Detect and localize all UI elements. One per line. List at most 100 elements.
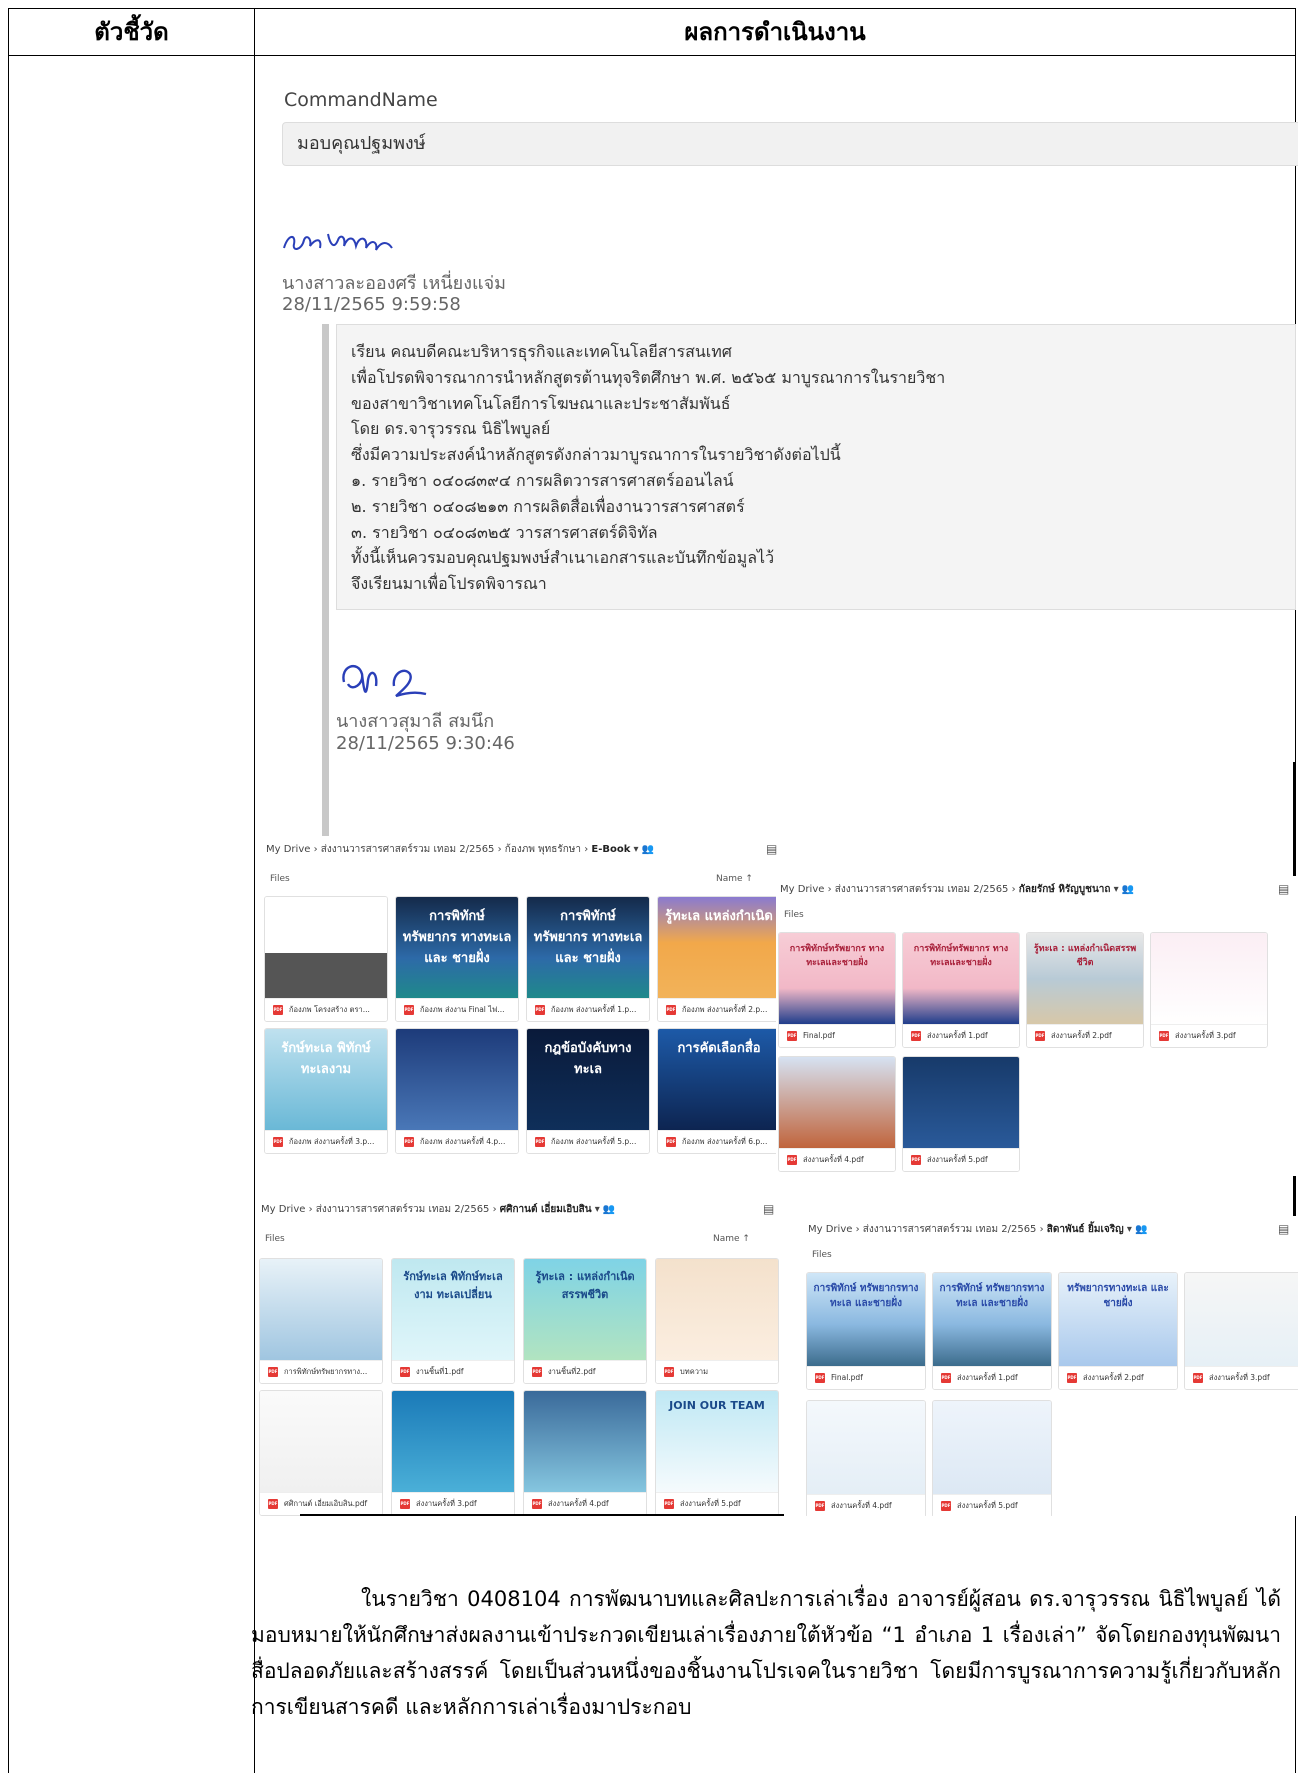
file-thumbnail: [1185, 1273, 1298, 1367]
list-view-icon[interactable]: ▤: [1278, 1222, 1289, 1236]
list-view-icon[interactable]: ▤: [766, 842, 777, 856]
file-card[interactable]: การพิทักษ์ ทรัพยากรทางทะเล และชายฝั่ง PDF…: [806, 1272, 926, 1390]
file-card[interactable]: รู้ทะเล : แหล่งกำเนิดสรรพชีวิต PDF ส่งงานค…: [1026, 932, 1144, 1048]
chevron-right-icon: ›: [1008, 884, 1019, 895]
file-name-text: ก้องภพ ส่งงานครั้งที่ 2.p...: [682, 1005, 768, 1014]
chevron-right-icon: ›: [494, 844, 505, 855]
breadcrumb-current[interactable]: ศศิกานต์ เอี่ยมเอิบสิน: [500, 1204, 592, 1215]
file-card[interactable]: รักษ์ทะเล พิทักษ์ทะเลงาม PDF ก้องภพ ส่งงาน…: [264, 1028, 388, 1154]
list-view-icon[interactable]: ▤: [1278, 882, 1289, 896]
list-view-icon[interactable]: ▤: [763, 1202, 774, 1216]
command-name-field[interactable]: มอบคุณปฐมพงษ์: [282, 122, 1298, 166]
file-name: PDF ส่งงานครั้งที่ 4.pdf: [524, 1492, 646, 1515]
signature-2-image: [342, 664, 427, 698]
file-card[interactable]: ทรัพยากรทางทะเล และชายฝั่ง PDF ส่งงานครั้ง…: [1058, 1272, 1178, 1390]
breadcrumb-root[interactable]: My Drive: [808, 1224, 852, 1235]
breadcrumb-folder[interactable]: ส่งงานวารสารศาสตร์รวม เทอม 2/2565: [316, 1204, 490, 1215]
breadcrumb-root[interactable]: My Drive: [266, 844, 310, 855]
file-name: PDF ส่งงานครั้งที่ 5.pdf: [656, 1492, 778, 1515]
file-card[interactable]: รู้ทะเล แหล่งกำเนิด PDF ก้องภพ ส่งงานครั้ง…: [657, 896, 781, 1022]
file-card[interactable]: รู้ทะเล : แหล่งกำเนิดสรรพชีวิต PDF งานชิ้น…: [523, 1258, 647, 1384]
file-card[interactable]: กฎข้อบังคับทางทะเล PDF ก้องภพ ส่งงานครั้งท…: [526, 1028, 650, 1154]
command-name-label: CommandName: [284, 89, 438, 111]
breadcrumb-root[interactable]: My Drive: [780, 884, 824, 895]
breadcrumb-current[interactable]: สิดาพันธ์ ยิ้มเจริญ: [1047, 1224, 1124, 1235]
file-card[interactable]: PDF ส่งงานครั้งที่ 3.pdf: [1184, 1272, 1298, 1390]
file-card[interactable]: JOIN OUR TEAM PDF ส่งงานครั้งที่ 5.pdf: [655, 1390, 779, 1516]
pdf-icon: PDF: [1035, 1031, 1045, 1041]
thumbnail-title: การพิทักษ์ทรัพยากร ทางทะเลและชายฝั่ง: [789, 944, 885, 968]
file-card[interactable]: PDF การพิทักษ์ทรัพยากรทาง...: [259, 1258, 383, 1384]
memo-line: จึงเรียนมาเพื่อโปรดพิจารณา: [351, 574, 547, 594]
file-name: PDF ส่งงานครั้งที่ 2.pdf: [1059, 1366, 1177, 1389]
files-label: Files: [784, 910, 804, 920]
breadcrumb-folder[interactable]: ส่งงานวารสารศาสตร์รวม เทอม 2/2565: [321, 844, 495, 855]
breadcrumb-current[interactable]: E-Book: [591, 844, 630, 855]
dropdown-icon[interactable]: ▾ 👥: [1124, 1224, 1148, 1235]
file-card[interactable]: การพิทักษ์ทรัพยากร ทางทะเลและชายฝั่ง PDF F…: [778, 932, 896, 1048]
pdf-icon: PDF: [787, 1155, 797, 1165]
breadcrumb-folder[interactable]: ส่งงานวารสารศาสตร์รวม เทอม 2/2565: [835, 884, 1009, 895]
file-card[interactable]: PDF บทความ: [655, 1258, 779, 1384]
file-name-text: ก้องภพ ส่งงานครั้งที่ 3.p...: [289, 1137, 375, 1146]
file-name: PDF ก้องภพ ส่งงานครั้งที่ 3.p...: [265, 1130, 387, 1153]
breadcrumb[interactable]: My Drive › ส่งงานวารสารศาสตร์รวม เทอม 2/…: [808, 1222, 1147, 1237]
pdf-icon: PDF: [941, 1501, 951, 1511]
pdf-icon: PDF: [268, 1367, 278, 1377]
drive-panel-sasikan: My Drive › ส่งงานวารสารศาสตร์รวม เทอม 2/…: [257, 1196, 783, 1516]
breadcrumb-current[interactable]: กัลยรักษ์ หิรัญบูชนาถ: [1019, 884, 1111, 895]
dropdown-icon[interactable]: ▾ 👥: [630, 844, 655, 855]
file-card[interactable]: การพิทักษ์ ทรัพยากรทางทะเล และชายฝั่ง PDF…: [932, 1272, 1052, 1390]
file-card[interactable]: PDF ก้องภพ ส่งงานครั้งที่ 4.p...: [395, 1028, 519, 1154]
file-name: PDF ส่งงานครั้งที่ 5.pdf: [933, 1494, 1051, 1516]
file-card[interactable]: PDF ส่งงานครั้งที่ 5.pdf: [932, 1400, 1052, 1516]
pdf-icon: PDF: [1193, 1373, 1203, 1383]
file-name: PDF การพิทักษ์ทรัพยากรทาง...: [260, 1360, 382, 1383]
file-card[interactable]: PDF ส่งงานครั้งที่ 3.pdf: [1150, 932, 1268, 1048]
file-name-text: ส่งงานครั้งที่ 4.pdf: [803, 1155, 864, 1164]
breadcrumb-folder[interactable]: ส่งงานวารสารศาสตร์รวม เทอม 2/2565: [863, 1224, 1037, 1235]
dropdown-icon[interactable]: ▾ 👥: [1110, 884, 1135, 895]
signer-1-date: 28/11/2565 9:59:58: [282, 294, 461, 315]
file-card[interactable]: การคัดเลือกสื่อ PDF ก้องภพ ส่งงานครั้งที่ …: [657, 1028, 781, 1154]
file-thumbnail: [392, 1391, 514, 1493]
file-card[interactable]: PDF ก้องภพ โครงสร้าง ตรา...: [264, 896, 388, 1022]
file-name-text: ส่งงานครั้งที่ 5.pdf: [927, 1155, 988, 1164]
file-name-text: ส่งงานครั้งที่ 2.pdf: [1051, 1031, 1112, 1040]
file-thumbnail: การพิทักษ์ ทรัพยากรทางทะเล และชายฝั่ง: [807, 1273, 925, 1367]
chevron-right-icon: ›: [310, 844, 321, 855]
file-name-text: ก้องภพ ส่งงานครั้งที่ 6.p...: [682, 1137, 768, 1146]
files-label: Files: [265, 1234, 285, 1244]
pdf-icon: PDF: [404, 1137, 414, 1147]
breadcrumb-sub[interactable]: ก้องภพ พุทธรักษา: [505, 844, 581, 855]
file-card[interactable]: การพิทักษ์ ทรัพยากร ทางทะเล และ ชายฝั่ง P…: [526, 896, 650, 1022]
pdf-icon: PDF: [787, 1031, 797, 1041]
file-thumbnail: การพิทักษ์ทรัพยากร ทางทะเลและชายฝั่ง: [903, 933, 1019, 1025]
file-card[interactable]: PDF ส่งงานครั้งที่ 3.pdf: [391, 1390, 515, 1516]
sort-name-button[interactable]: Name ↑: [716, 874, 753, 884]
sort-name-button[interactable]: Name ↑: [713, 1234, 750, 1244]
file-name: PDF งานชิ้นที่2.pdf: [524, 1360, 646, 1383]
file-card[interactable]: การพิทักษ์ ทรัพยากร ทางทะเล และ ชายฝั่ง P…: [395, 896, 519, 1022]
thumbnail-title: การพิทักษ์ ทรัพยากร ทางทะเล และ ชายฝั่ง: [402, 909, 512, 966]
file-card[interactable]: PDF ส่งงานครั้งที่ 5.pdf: [902, 1056, 1020, 1172]
breadcrumb[interactable]: My Drive › ส่งงานวารสารศาสตร์รวม เทอม 2/…: [266, 842, 654, 857]
breadcrumb[interactable]: My Drive › ส่งงานวารสารศาสตร์รวม เทอม 2/…: [780, 882, 1134, 897]
file-name: PDF ส่งงานครั้งที่ 4.pdf: [807, 1494, 925, 1516]
file-name: PDF ก้องภพ โครงสร้าง ตรา...: [265, 998, 387, 1021]
drive-panel-kanyarak: My Drive › ส่งงานวารสารศาสตร์รวม เทอม 2/…: [776, 876, 1298, 1176]
file-name: PDF Final.pdf: [807, 1366, 925, 1389]
quote-bar: [322, 324, 329, 844]
file-card[interactable]: PDF ศศิกานต์ เอี่ยมเอิบสิน.pdf: [259, 1390, 383, 1516]
pdf-icon: PDF: [664, 1367, 674, 1377]
breadcrumb[interactable]: My Drive › ส่งงานวารสารศาสตร์รวม เทอม 2/…: [261, 1202, 615, 1217]
dropdown-icon[interactable]: ▾ 👥: [592, 1204, 616, 1215]
file-card[interactable]: รักษ์ทะเล พิทักษ์ทะเลงาม ทะเลเปลี่ยน PDF ง…: [391, 1258, 515, 1384]
file-card[interactable]: PDF ส่งงานครั้งที่ 4.pdf: [523, 1390, 647, 1516]
file-card[interactable]: PDF ส่งงานครั้งที่ 4.pdf: [806, 1400, 926, 1516]
file-card[interactable]: PDF ส่งงานครั้งที่ 4.pdf: [778, 1056, 896, 1172]
file-card[interactable]: การพิทักษ์ทรัพยากร ทางทะเลและชายฝั่ง PDF ส…: [902, 932, 1020, 1048]
file-thumbnail: [807, 1401, 925, 1495]
thumbnail-title: JOIN OUR TEAM: [669, 1399, 765, 1412]
breadcrumb-root[interactable]: My Drive: [261, 1204, 305, 1215]
